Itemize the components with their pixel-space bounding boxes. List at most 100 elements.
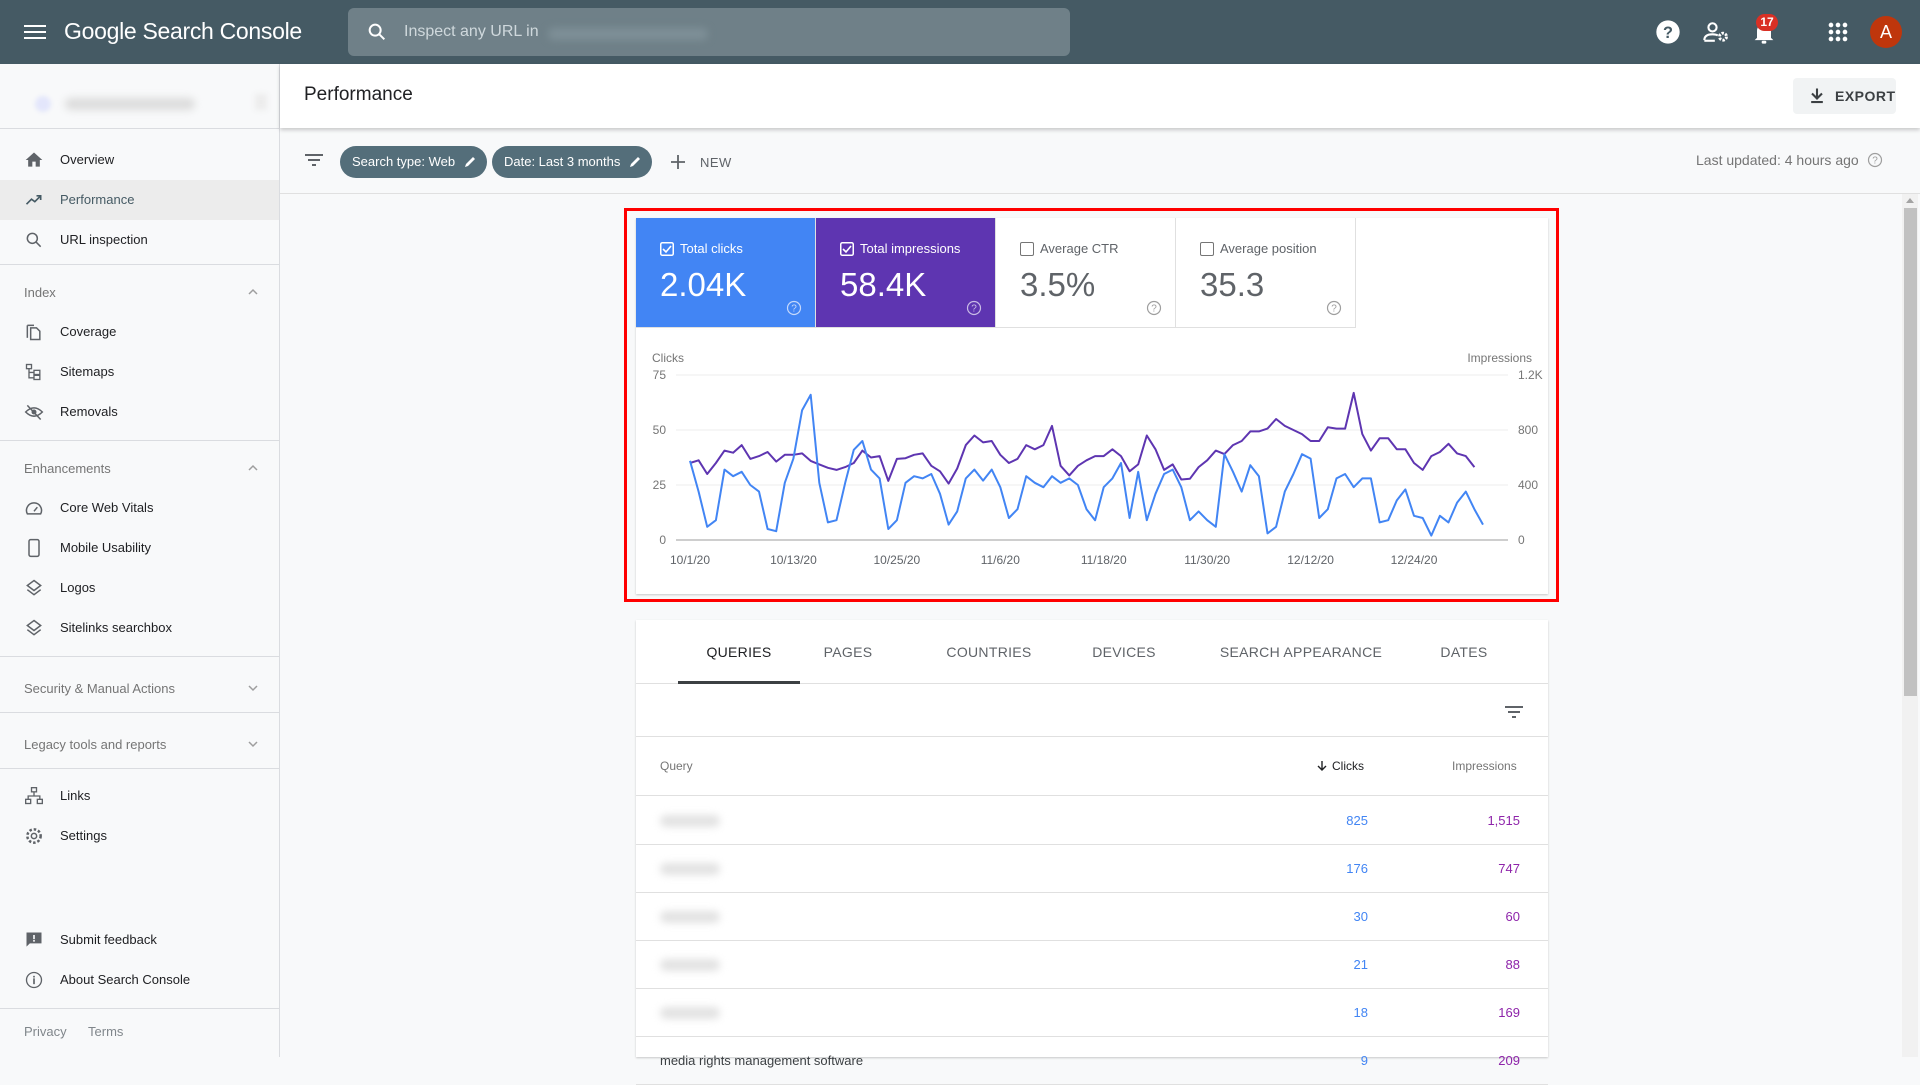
section-label: Security & Manual Actions bbox=[24, 681, 176, 696]
new-label: NEW bbox=[700, 155, 732, 170]
edit-pencil-icon bbox=[630, 157, 641, 167]
section-index[interactable]: Index bbox=[0, 277, 279, 307]
help-circle-icon[interactable]: ? bbox=[786, 300, 802, 316]
user-settings-icon[interactable] bbox=[1702, 18, 1730, 46]
page-header: Performance EXPORT bbox=[280, 64, 1920, 128]
eye-off-icon bbox=[24, 404, 44, 421]
scroll-up-arrow-icon[interactable] bbox=[1906, 198, 1914, 203]
metric-average-position[interactable]: Average position 35.3 ? bbox=[1176, 218, 1356, 328]
property-selector[interactable] bbox=[20, 74, 275, 130]
checkbox-checked-icon[interactable] bbox=[660, 242, 674, 256]
sidebar-item-mobile-usability[interactable]: Mobile Usability bbox=[0, 528, 279, 568]
filter-icon[interactable] bbox=[304, 152, 324, 168]
x-axis-ticks: 10/1/20 10/13/20 10/25/20 11/6/20 11/18/20 11… bbox=[670, 553, 1438, 567]
page-scrollbar[interactable] bbox=[1902, 194, 1918, 1057]
sidebar-item-label: Settings bbox=[60, 828, 107, 843]
sidebar-item-label: Overview bbox=[60, 152, 115, 167]
section-security-manual-actions[interactable]: Security & Manual Actions bbox=[0, 673, 279, 703]
sidebar-item-overview[interactable]: Overview bbox=[0, 140, 279, 180]
help-circle-icon[interactable]: ? bbox=[1326, 300, 1342, 316]
filter-chip-search-type[interactable]: Search type: Web bbox=[340, 146, 488, 178]
sidebar-item-performance[interactable]: Performance bbox=[0, 180, 279, 220]
section-label: Legacy tools and reports bbox=[24, 737, 167, 752]
table-row[interactable]: 18 169 bbox=[636, 989, 1548, 1037]
layers-icon bbox=[26, 579, 42, 596]
help-circle-icon[interactable]: ? bbox=[1146, 300, 1162, 316]
tab-queries[interactable]: QUERIES bbox=[678, 620, 800, 684]
left-axis-title: Clicks bbox=[652, 351, 684, 365]
checkbox-unchecked-icon[interactable] bbox=[1200, 242, 1214, 256]
section-legacy-tools[interactable]: Legacy tools and reports bbox=[0, 729, 279, 759]
checkbox-checked-icon[interactable] bbox=[840, 242, 854, 256]
sidebar-item-core-web-vitals[interactable]: Core Web Vitals bbox=[0, 488, 279, 528]
sidebar-item-coverage[interactable]: Coverage bbox=[0, 312, 279, 352]
filter-chip-date[interactable]: Date: Last 3 months bbox=[492, 146, 653, 178]
sidebar-item-settings[interactable]: Settings bbox=[0, 816, 279, 856]
sidebar-item-sitelinks-searchbox[interactable]: Sitelinks searchbox bbox=[0, 608, 279, 648]
series-line-impressions[interactable] bbox=[689, 391, 1476, 485]
tab-pages[interactable]: PAGES bbox=[808, 620, 888, 684]
column-header-clicks[interactable]: Clicks bbox=[1316, 759, 1364, 773]
url-inspect-search[interactable] bbox=[348, 8, 1070, 56]
chevron-down-icon bbox=[248, 741, 258, 748]
right-axis-tick-label: 0 bbox=[1518, 533, 1525, 547]
main-menu-icon[interactable] bbox=[24, 22, 46, 42]
redacted-query bbox=[660, 911, 720, 923]
table-row[interactable]: 21 88 bbox=[636, 941, 1548, 989]
chevron-up-icon bbox=[248, 464, 258, 471]
table-row[interactable]: media rights management software 9 209 bbox=[636, 1037, 1548, 1085]
performance-chart-card: Total clicks 2.04K ? Total impressions 5… bbox=[636, 218, 1548, 594]
redacted-query bbox=[660, 863, 720, 875]
privacy-link[interactable]: Privacy bbox=[24, 1024, 67, 1039]
phone-icon bbox=[28, 538, 40, 558]
search-icon bbox=[26, 232, 42, 248]
sidebar-item-logos[interactable]: Logos bbox=[0, 568, 279, 608]
table-row[interactable]: 176 747 bbox=[636, 845, 1548, 893]
sidebar-item-about[interactable]: About Search Console bbox=[0, 960, 279, 1000]
sidebar-item-removals[interactable]: Removals bbox=[0, 392, 279, 432]
sidebar-item-url-inspection[interactable]: URL inspection bbox=[0, 220, 279, 260]
clicks-value: 30 bbox=[1353, 909, 1368, 924]
sidebar-item-label: Mobile Usability bbox=[60, 540, 152, 555]
scrollbar-thumb[interactable] bbox=[1904, 208, 1917, 696]
section-label: Enhancements bbox=[24, 461, 111, 476]
section-enhancements[interactable]: Enhancements bbox=[0, 453, 279, 483]
tab-devices[interactable]: DEVICES bbox=[1076, 620, 1172, 684]
chevron-down-icon bbox=[248, 685, 258, 692]
query-text: media rights management software bbox=[660, 1053, 864, 1068]
sidebar-item-sitemaps[interactable]: Sitemaps bbox=[0, 352, 279, 392]
sidebar-item-links[interactable]: Links bbox=[0, 776, 279, 816]
metric-label: Total impressions bbox=[860, 241, 961, 256]
help-circle-icon[interactable]: ? bbox=[1867, 152, 1883, 168]
search-icon bbox=[368, 23, 386, 41]
tab-search-appearance[interactable]: SEARCH APPEARANCE bbox=[1206, 620, 1396, 684]
x-axis-tick-label: 11/30/20 bbox=[1184, 553, 1230, 567]
impressions-value: 169 bbox=[1498, 1005, 1520, 1020]
terms-link[interactable]: Terms bbox=[88, 1024, 123, 1039]
table-filter-icon[interactable] bbox=[1504, 704, 1524, 720]
divider bbox=[0, 264, 279, 265]
table-row[interactable]: 30 60 bbox=[636, 893, 1548, 941]
table-row[interactable]: 825 1,515 bbox=[636, 797, 1548, 845]
metric-total-clicks[interactable]: Total clicks 2.04K ? bbox=[636, 218, 816, 328]
tab-countries[interactable]: COUNTRIES bbox=[930, 620, 1048, 684]
export-button[interactable]: EXPORT bbox=[1793, 78, 1896, 114]
account-avatar[interactable]: A bbox=[1870, 16, 1902, 48]
checkbox-unchecked-icon[interactable] bbox=[1020, 242, 1034, 256]
clicks-value: 21 bbox=[1353, 957, 1368, 972]
app-logo[interactable]: Google Search Console bbox=[64, 18, 302, 45]
help-circle-icon[interactable]: ? bbox=[966, 300, 982, 316]
url-inspect-input[interactable] bbox=[404, 18, 1044, 46]
help-icon[interactable]: ? bbox=[1654, 18, 1682, 46]
clicks-value: 176 bbox=[1346, 861, 1368, 876]
column-header-impressions[interactable]: Impressions bbox=[1452, 759, 1517, 773]
apps-grid-icon[interactable] bbox=[1824, 18, 1852, 46]
metric-average-ctr[interactable]: Average CTR 3.5% ? bbox=[996, 218, 1176, 328]
column-header-query[interactable]: Query bbox=[660, 759, 693, 773]
tab-dates[interactable]: DATES bbox=[1426, 620, 1502, 684]
series-line-clicks[interactable] bbox=[689, 393, 1484, 537]
sidebar-item-label: Core Web Vitals bbox=[60, 500, 154, 515]
metric-total-impressions[interactable]: Total impressions 58.4K ? bbox=[816, 218, 996, 328]
svg-text:?: ? bbox=[1151, 304, 1157, 315]
sidebar-item-submit-feedback[interactable]: Submit feedback bbox=[0, 920, 279, 960]
